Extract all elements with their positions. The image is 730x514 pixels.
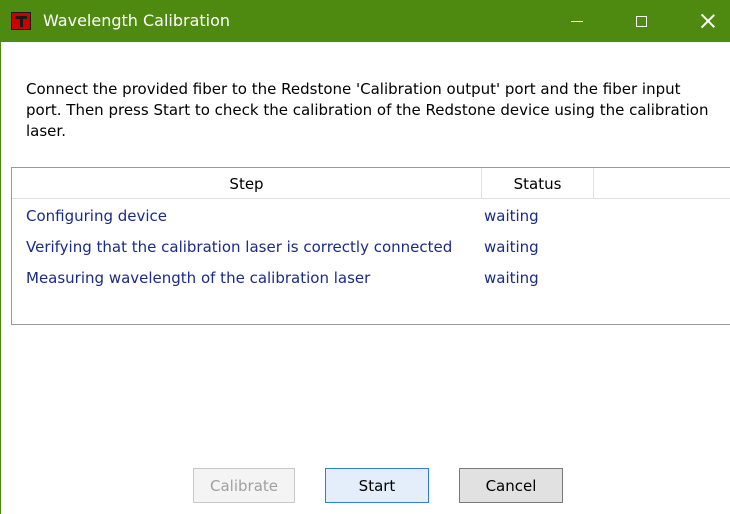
step-cell: Measuring wavelength of the calibration … bbox=[26, 269, 371, 287]
title-bar[interactable]: Wavelength Calibration bbox=[1, 0, 730, 42]
cancel-button[interactable]: Cancel bbox=[459, 468, 563, 503]
instructions-text: Connect the provided fiber to the Redsto… bbox=[26, 80, 709, 140]
table-header: Step Status bbox=[12, 168, 730, 199]
minimize-button[interactable] bbox=[554, 0, 600, 42]
steps-table[interactable]: Step Status Configuring device waiting V… bbox=[11, 167, 730, 325]
start-button[interactable]: Start bbox=[325, 468, 429, 503]
step-cell: Verifying that the calibration laser is … bbox=[26, 238, 453, 256]
maximize-button[interactable] bbox=[618, 0, 664, 42]
status-cell: waiting bbox=[484, 207, 539, 225]
minimize-icon bbox=[571, 20, 583, 22]
column-header-status[interactable]: Status bbox=[482, 168, 594, 199]
status-cell: waiting bbox=[484, 269, 539, 287]
table-row[interactable]: Measuring wavelength of the calibration … bbox=[12, 263, 730, 294]
calibrate-button[interactable]: Calibrate bbox=[193, 468, 295, 503]
table-row[interactable]: Configuring device waiting bbox=[12, 201, 730, 232]
status-cell: waiting bbox=[484, 238, 539, 256]
calibration-window: Wavelength Calibration Connect the provi… bbox=[0, 0, 730, 514]
close-icon bbox=[701, 14, 715, 28]
window-title: Wavelength Calibration bbox=[43, 11, 231, 30]
maximize-icon bbox=[635, 15, 647, 27]
redstone-app-icon bbox=[11, 12, 31, 30]
close-button[interactable] bbox=[685, 0, 730, 42]
column-header-step[interactable]: Step bbox=[12, 168, 482, 199]
step-cell: Configuring device bbox=[26, 207, 168, 225]
table-row[interactable]: Verifying that the calibration laser is … bbox=[12, 232, 730, 263]
